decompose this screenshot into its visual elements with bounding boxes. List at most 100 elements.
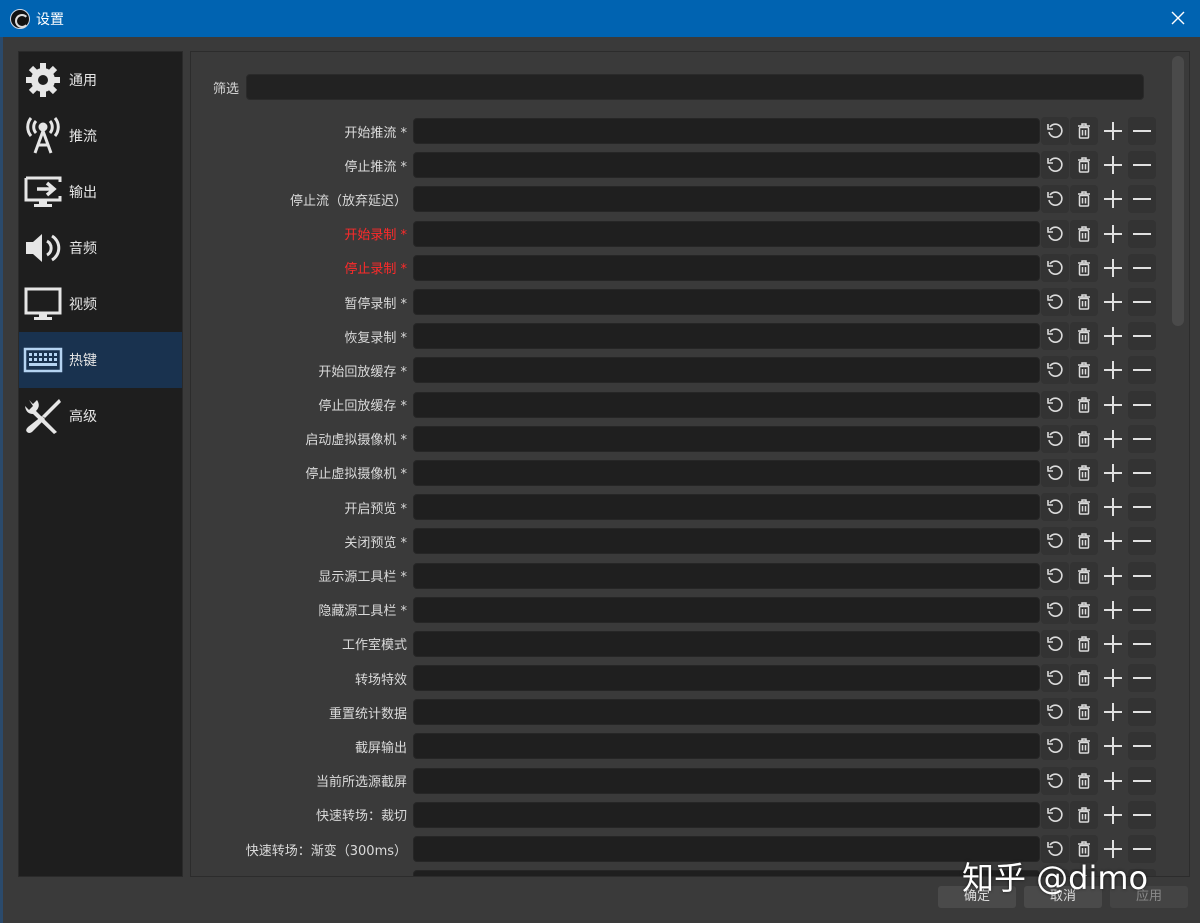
remove-binding-button[interactable]: [1128, 253, 1156, 282]
ok-button[interactable]: 确定: [938, 886, 1016, 908]
revert-button[interactable]: [1041, 185, 1069, 214]
add-binding-button[interactable]: [1099, 391, 1127, 419]
remove-binding-button[interactable]: [1128, 664, 1156, 693]
add-binding-button[interactable]: [1099, 698, 1127, 726]
clear-button[interactable]: [1070, 253, 1098, 282]
add-binding-button[interactable]: [1099, 801, 1127, 829]
revert-button[interactable]: [1041, 595, 1069, 624]
revert-button[interactable]: [1041, 288, 1069, 317]
revert-button[interactable]: [1041, 732, 1069, 761]
apply-button[interactable]: 应用: [1110, 886, 1188, 908]
remove-binding-button[interactable]: [1128, 527, 1156, 556]
hotkey-input[interactable]: [413, 528, 1040, 555]
hotkey-input[interactable]: [413, 220, 1040, 247]
remove-binding-button[interactable]: [1128, 732, 1156, 761]
clear-button[interactable]: [1070, 322, 1098, 351]
clear-button[interactable]: [1070, 151, 1098, 180]
clear-button[interactable]: [1070, 595, 1098, 624]
clear-button[interactable]: [1070, 800, 1098, 829]
clear-button[interactable]: [1070, 561, 1098, 590]
revert-button[interactable]: [1041, 151, 1069, 180]
remove-binding-button[interactable]: [1128, 493, 1156, 522]
hotkey-input[interactable]: [413, 152, 1040, 179]
remove-binding-button[interactable]: [1128, 629, 1156, 658]
clear-button[interactable]: [1070, 698, 1098, 727]
remove-binding-button[interactable]: [1128, 835, 1156, 864]
clear-button[interactable]: [1070, 869, 1098, 876]
remove-binding-button[interactable]: [1128, 595, 1156, 624]
revert-button[interactable]: [1041, 322, 1069, 351]
hotkey-input[interactable]: [413, 767, 1040, 794]
remove-binding-button[interactable]: [1128, 698, 1156, 727]
hotkey-input[interactable]: [413, 118, 1040, 145]
revert-button[interactable]: [1041, 253, 1069, 282]
remove-binding-button[interactable]: [1128, 219, 1156, 248]
remove-binding-button[interactable]: [1128, 185, 1156, 214]
hotkey-input[interactable]: [413, 459, 1040, 486]
hotkey-input[interactable]: [413, 562, 1040, 589]
hotkey-input[interactable]: [413, 494, 1040, 521]
remove-binding-button[interactable]: [1128, 561, 1156, 590]
remove-binding-button[interactable]: [1128, 151, 1156, 180]
revert-button[interactable]: [1041, 800, 1069, 829]
revert-button[interactable]: [1041, 527, 1069, 556]
remove-binding-button[interactable]: [1128, 390, 1156, 419]
clear-button[interactable]: [1070, 219, 1098, 248]
filter-input[interactable]: [246, 74, 1144, 100]
clear-button[interactable]: [1070, 527, 1098, 556]
revert-button[interactable]: [1041, 356, 1069, 385]
revert-button[interactable]: [1041, 664, 1069, 693]
add-binding-button[interactable]: [1099, 493, 1127, 521]
hotkey-input[interactable]: [413, 836, 1040, 863]
add-binding-button[interactable]: [1099, 835, 1127, 863]
clear-button[interactable]: [1070, 356, 1098, 385]
sidebar-item-advanced[interactable]: 高级: [19, 388, 182, 444]
add-binding-button[interactable]: [1099, 151, 1127, 179]
hotkey-input[interactable]: [413, 425, 1040, 452]
hotkey-input[interactable]: [413, 630, 1040, 657]
revert-button[interactable]: [1041, 561, 1069, 590]
hotkey-input[interactable]: [413, 870, 1040, 876]
clear-button[interactable]: [1070, 424, 1098, 453]
clear-button[interactable]: [1070, 835, 1098, 864]
scrollbar-thumb[interactable]: [1172, 56, 1184, 326]
sidebar-item-general[interactable]: 通用: [19, 52, 182, 108]
add-binding-button[interactable]: [1099, 562, 1127, 590]
clear-button[interactable]: [1070, 288, 1098, 317]
sidebar-item-hotkeys[interactable]: 热键: [19, 332, 182, 388]
clear-button[interactable]: [1070, 185, 1098, 214]
revert-button[interactable]: [1041, 424, 1069, 453]
remove-binding-button[interactable]: [1128, 869, 1156, 876]
remove-binding-button[interactable]: [1128, 356, 1156, 385]
add-binding-button[interactable]: [1099, 185, 1127, 213]
add-binding-button[interactable]: [1099, 596, 1127, 624]
clear-button[interactable]: [1070, 117, 1098, 146]
remove-binding-button[interactable]: [1128, 117, 1156, 146]
add-binding-button[interactable]: [1099, 288, 1127, 316]
add-binding-button[interactable]: [1099, 527, 1127, 555]
clear-button[interactable]: [1070, 458, 1098, 487]
revert-button[interactable]: [1041, 698, 1069, 727]
clear-button[interactable]: [1070, 390, 1098, 419]
hotkey-input[interactable]: [413, 289, 1040, 316]
add-binding-button[interactable]: [1099, 664, 1127, 692]
add-binding-button[interactable]: [1099, 254, 1127, 282]
add-binding-button[interactable]: [1099, 732, 1127, 760]
add-binding-button[interactable]: [1099, 356, 1127, 384]
add-binding-button[interactable]: [1099, 459, 1127, 487]
remove-binding-button[interactable]: [1128, 288, 1156, 317]
close-button[interactable]: [1166, 6, 1190, 30]
remove-binding-button[interactable]: [1128, 800, 1156, 829]
clear-button[interactable]: [1070, 664, 1098, 693]
add-binding-button[interactable]: [1099, 869, 1127, 876]
revert-button[interactable]: [1041, 869, 1069, 876]
remove-binding-button[interactable]: [1128, 458, 1156, 487]
clear-button[interactable]: [1070, 732, 1098, 761]
cancel-button[interactable]: 取消: [1024, 886, 1102, 908]
add-binding-button[interactable]: [1099, 425, 1127, 453]
revert-button[interactable]: [1041, 458, 1069, 487]
revert-button[interactable]: [1041, 390, 1069, 419]
hotkey-input[interactable]: [413, 323, 1040, 350]
sidebar-item-audio[interactable]: 音频: [19, 220, 182, 276]
clear-button[interactable]: [1070, 629, 1098, 658]
